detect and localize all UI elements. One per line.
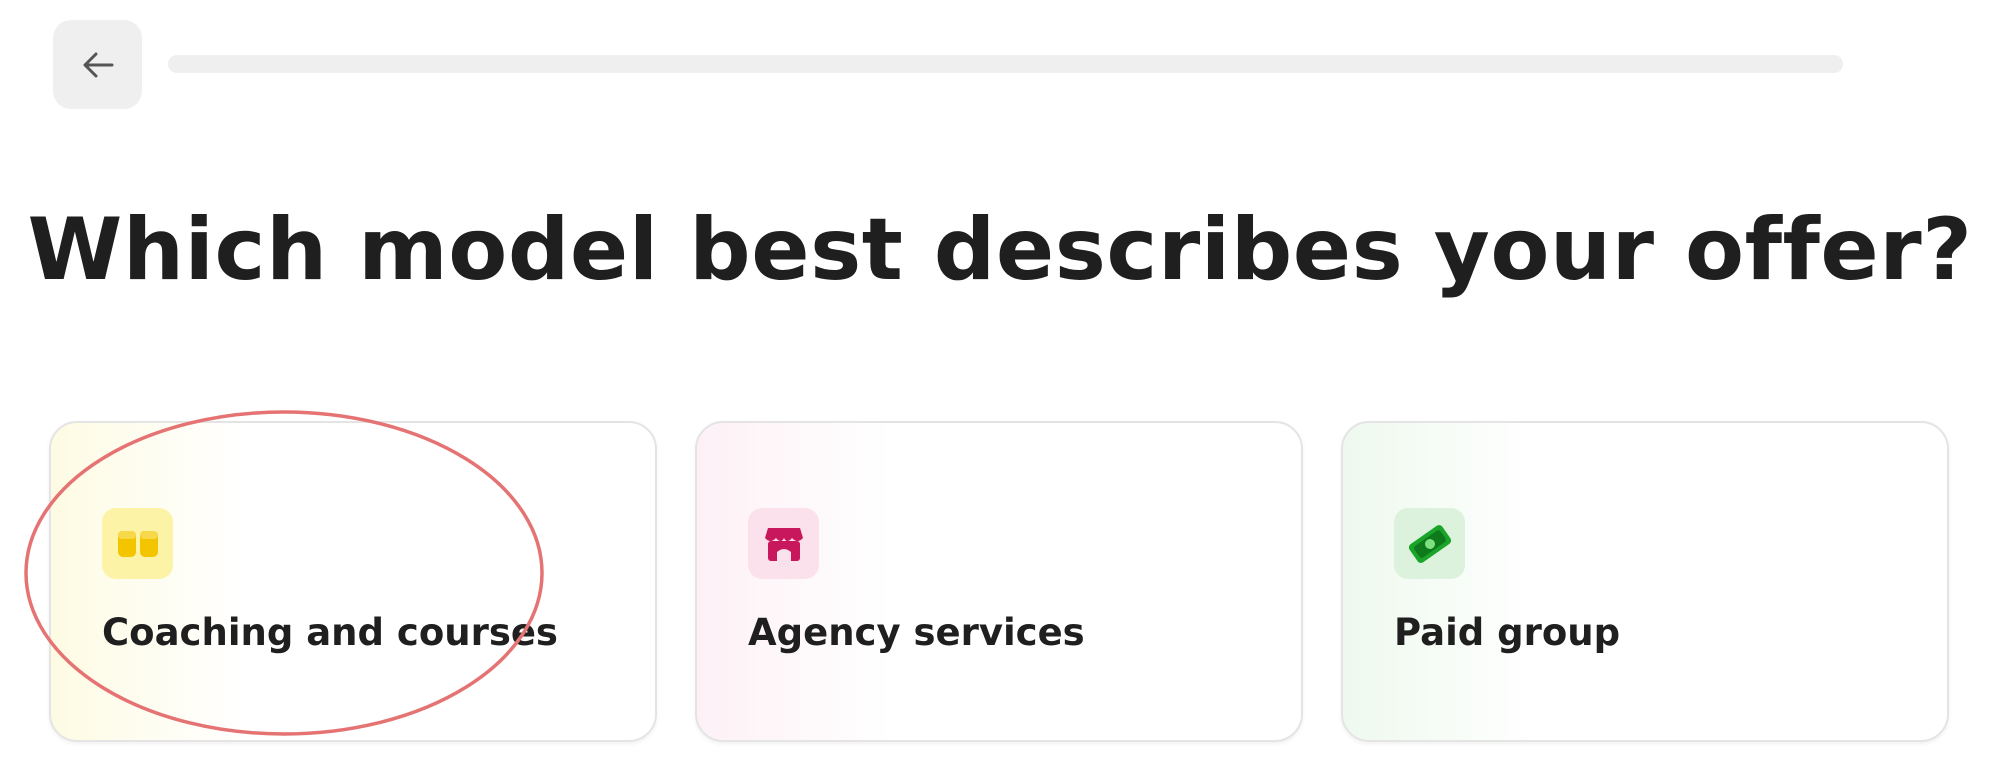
book-icon bbox=[117, 530, 158, 557]
money-bill-icon bbox=[1408, 524, 1451, 563]
option-label: Paid group bbox=[1394, 611, 1621, 654]
option-card-agency-services[interactable]: Agency services bbox=[695, 421, 1303, 742]
option-label: Agency services bbox=[748, 611, 1085, 654]
back-button[interactable] bbox=[53, 20, 142, 109]
option-card-coaching-and-courses[interactable]: Coaching and courses bbox=[49, 421, 657, 742]
progress-bar bbox=[168, 55, 1843, 73]
card-icon-container bbox=[1394, 508, 1465, 579]
storefront-icon bbox=[764, 527, 803, 561]
card-icon-container bbox=[748, 508, 819, 579]
option-label: Coaching and courses bbox=[102, 611, 558, 654]
page-title: Which model best describes your offer? bbox=[27, 200, 1973, 300]
card-icon-container bbox=[102, 508, 173, 579]
arrow-left-icon bbox=[83, 52, 113, 77]
option-card-paid-group[interactable]: Paid group bbox=[1341, 421, 1949, 742]
onboarding-page: Which model best describes your offer? C… bbox=[0, 0, 2000, 775]
